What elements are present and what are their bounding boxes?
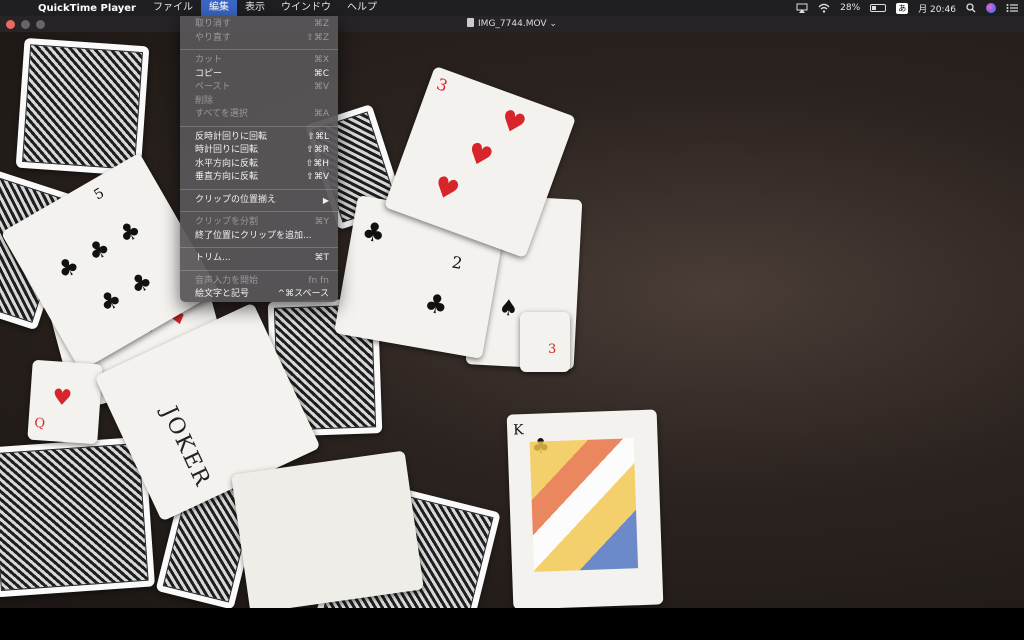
siri-icon[interactable] [986, 3, 996, 13]
heart-pip: ♥ [428, 168, 464, 209]
club-pip: ♣ [359, 216, 388, 251]
menu-separator [180, 269, 338, 271]
menu-item-snap-clip[interactable]: クリップの位置揃え ▶ [180, 194, 338, 208]
menu-item-undo[interactable]: 取り消す ⌘Z [180, 18, 338, 32]
menu-item-flip-horizontal[interactable]: 水平方向に反転 ⇧⌘H [180, 158, 338, 172]
battery-percent[interactable]: 28% [840, 3, 860, 13]
clock[interactable]: 月 20:46 [918, 2, 956, 15]
king-illustration [529, 438, 639, 572]
wifi-icon[interactable] [818, 3, 830, 13]
card-king-clubs: K ♣ [506, 409, 664, 608]
menu-separator [180, 49, 338, 50]
joker-label: JOKER [156, 402, 216, 492]
menu-item-emoji-symbols[interactable]: 絵文字と記号 ^⌘スペース [180, 288, 338, 302]
card-rules-text [231, 450, 424, 608]
app-menu[interactable]: QuickTime Player [30, 3, 145, 14]
menu-item-copy[interactable]: コピー ⌘C [180, 68, 338, 82]
card-rank: 5 [91, 185, 108, 204]
heart-pip: ♥ [462, 135, 498, 175]
menu-item-split-clip[interactable]: クリップを分割 ⌘Y [180, 216, 338, 230]
window-titlebar[interactable]: IMG_7744.MOV ⌄ [0, 16, 1024, 32]
notification-center-icon[interactable] [1006, 3, 1018, 13]
menu-item-flip-vertical[interactable]: 垂直方向に反転 ⇧⌘V [180, 171, 338, 185]
menu-item-trim[interactable]: トリム... ⌘T [180, 252, 338, 266]
card-rank: 2 [450, 252, 464, 273]
menu-item-rotate-right[interactable]: 時計回りに回転 ⇧⌘R [180, 144, 338, 158]
spotlight-search-icon[interactable] [966, 3, 976, 13]
menu-item-delete[interactable]: 削除 [180, 95, 338, 109]
menu-view[interactable]: 表示 [237, 0, 273, 16]
window-title[interactable]: IMG_7744.MOV ⌄ [0, 16, 1024, 32]
input-method-icon[interactable]: あ [896, 2, 909, 14]
spade-pips: ♠ [497, 295, 519, 322]
menu-item-rotate-left[interactable]: 反時計回りに回転 ⇧⌘L [180, 131, 338, 145]
submenu-arrow-icon: ▶ [322, 195, 329, 205]
menu-file[interactable]: ファイル [145, 0, 201, 16]
club-pips: ♣♣ [94, 258, 170, 319]
title-chevron-icon[interactable]: ⌄ [549, 19, 557, 29]
airplay-icon[interactable] [796, 3, 808, 13]
status-area: 28% あ 月 20:46 [796, 0, 1018, 16]
card-back [15, 37, 150, 177]
menu-separator [180, 211, 338, 212]
window-title-text: IMG_7744.MOV [478, 19, 547, 29]
menu-separator [180, 188, 338, 190]
card-three-diamonds: 3 [520, 312, 570, 372]
menu-separator [180, 247, 338, 248]
menu-item-add-clip-to-end[interactable]: 終了位置にクリップを追加... [180, 230, 338, 244]
card-rank: K [512, 422, 524, 439]
window-bottom-bar [0, 608, 1024, 640]
menu-item-start-dictation[interactable]: 音声入力を開始 fn fn [180, 275, 338, 289]
card-rank: Q [33, 415, 46, 432]
heart-pip: ♥ [495, 102, 531, 143]
menu-edit[interactable]: 編集 [201, 0, 237, 16]
menu-item-redo[interactable]: やり直す ⇧⌘Z [180, 32, 338, 46]
menu-separator [180, 125, 338, 127]
menu-item-cut[interactable]: カット ⌘X [180, 54, 338, 68]
card-rank: 3 [548, 342, 557, 357]
card-queen-hearts: Q ♥ [27, 359, 103, 445]
card-rank: 3 [434, 74, 451, 96]
menu-help[interactable]: ヘルプ [339, 0, 385, 16]
menu-item-select-all[interactable]: すべてを選択 ⌘A [180, 108, 338, 122]
movie-file-icon [467, 18, 475, 27]
edit-menu-dropdown: 取り消す ⌘Z やり直す ⇧⌘Z カット ⌘X コピー ⌘C ペースト ⌘V 削除 すべて… [180, 16, 338, 302]
menu-item-paste[interactable]: ペースト ⌘V [180, 81, 338, 95]
battery-icon[interactable] [870, 4, 887, 12]
club-pip: ♣ [421, 288, 451, 323]
card-back [0, 436, 156, 598]
menu-window[interactable]: ウインドウ [273, 0, 339, 16]
menu-bar: QuickTime Player ファイル 編集 表示 ウインドウ ヘルプ 28… [0, 0, 1024, 16]
heart-pip: ♥ [51, 385, 73, 412]
video-player-area[interactable]: ♦♦♦♦ 5 ♣♣♣ ♣♣ Q ♥ JOKER 5 ♠ 2 ♣ ♣ 3 3 ♥ … [0, 32, 1024, 608]
